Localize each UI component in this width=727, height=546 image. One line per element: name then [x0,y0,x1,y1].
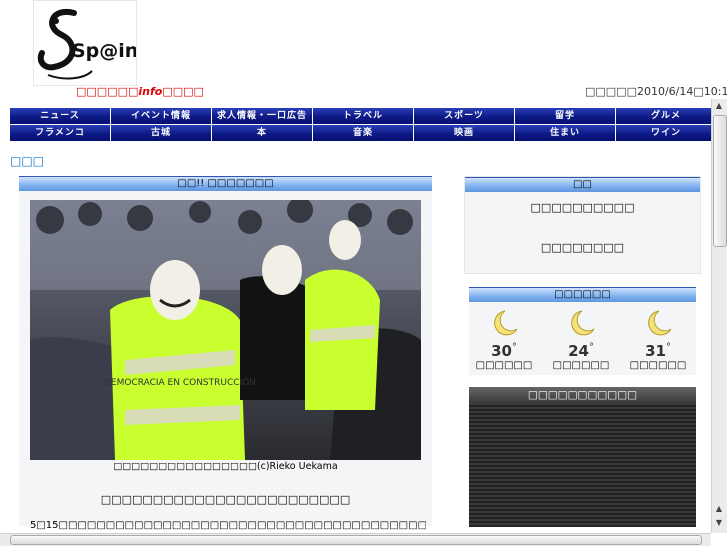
current-datetime: □□□□□2010/6/14□10:10□ [585,85,727,98]
headline-title[interactable]: □□!! □□□□□□□ [19,176,432,191]
section-title: □□□ [10,154,45,168]
nav-item-books[interactable]: 本 [212,125,312,141]
special-panel: □□ □□□□□□□□□□ □□□□□□□□ [464,176,701,274]
site-logo[interactable]: Sp@in-Ya [33,0,168,86]
special-link-1[interactable]: □□□□□□□□□□ [465,201,700,214]
vest-text: DEMOCRACIA EN CONSTRUCCIÓN [104,376,256,388]
headline-body: 5□15□□□□□□□□□□□□□□□□□□□□□□□□□□□□□□□□□□□□… [30,520,426,531]
nav-item-music[interactable]: 音楽 [313,125,413,141]
weather-temp: 31 [645,342,666,360]
tagline-post: □□□□ [162,85,204,98]
nav-row-2: フラメンコ 古城 本 音楽 映画 住まい ワイン [10,125,716,141]
vertical-scroll-thumb[interactable] [713,115,727,247]
nav-item-study[interactable]: 留学 [515,108,615,124]
moon-icon [571,310,595,336]
scroll-up-icon[interactable]: ▲ [712,503,726,515]
protest-image: DEMOCRACIA EN CONSTRUCCIÓN [30,197,421,460]
special-link-2[interactable]: □□□□□□□□ [465,241,700,254]
logo-graphic: Sp@in-Ya [37,8,168,80]
weather-title: □□□□□□ [469,287,696,302]
nav-item-flamenco[interactable]: フラメンコ [10,125,110,141]
nav-item-jobs[interactable]: 求人情報・一口広告 [212,108,312,124]
nav-item-movies[interactable]: 映画 [414,125,514,141]
tagline: □□□□□□info□□□□ [76,85,204,98]
weather-city-1[interactable]: 30° □□□□□□ [474,309,534,371]
headline-lead[interactable]: □□□□□□□□□□□□□□□□□□□□□□□□ [19,493,432,506]
weather-temp: 24 [568,342,589,360]
weather-city-name: □□□□□□ [475,360,533,371]
nav-item-housing[interactable]: 住まい [515,125,615,141]
weather-temp: 30 [491,342,512,360]
nav-item-sports[interactable]: スポーツ [414,108,514,124]
video-panel[interactable]: □□□□□□□□□□□ [469,387,696,527]
moon-icon [494,310,518,336]
moon-icon [648,310,672,336]
nav-row-1: ニュース イベント情報 求人情報・一口広告 トラベル スポーツ 留学 グルメ [10,108,716,124]
scroll-down-icon[interactable]: ▼ [712,517,726,529]
weather-unit: ° [665,342,671,353]
nav-item-events[interactable]: イベント情報 [111,108,211,124]
nav-item-gourmet[interactable]: グルメ [616,108,716,124]
nav-item-travel[interactable]: トラベル [313,108,413,124]
nav-item-wine[interactable]: ワイン [616,125,716,141]
weather-city-2[interactable]: 24° □□□□□□ [551,309,611,371]
logo-wordmark: Sp@in-Ya [72,40,136,62]
tagline-pre: □□□□□□ [76,85,139,98]
nav-item-castles[interactable]: 古城 [111,125,211,141]
headline-photo[interactable]: DEMOCRACIA EN CONSTRUCCIÓN [30,197,421,460]
nav-item-news[interactable]: ニュース [10,108,110,124]
weather-city-name: □□□□□□ [629,360,687,371]
horizontal-scroll-thumb[interactable] [10,535,702,545]
weather-city-3[interactable]: 31° □□□□□□ [628,309,688,371]
scroll-up-icon[interactable]: ▲ [712,100,726,112]
tagline-em: info [138,85,163,98]
main-nav: ニュース イベント情報 求人情報・一口広告 トラベル スポーツ 留学 グルメ フ… [10,108,716,141]
weather-unit: ° [588,342,594,353]
weather-city-name: □□□□□□ [552,360,610,371]
photo-caption: □□□□□□□□□□□□□□□□(c)Rieko Uekama [113,461,338,472]
special-title: □□ [465,177,700,192]
weather-unit: ° [511,342,517,353]
weather-panel: □□□□□□ 30° □□□□□□ 24° □□□□□□ 31° □□□□□□ [469,287,696,375]
video-title: □□□□□□□□□□□ [469,387,696,403]
